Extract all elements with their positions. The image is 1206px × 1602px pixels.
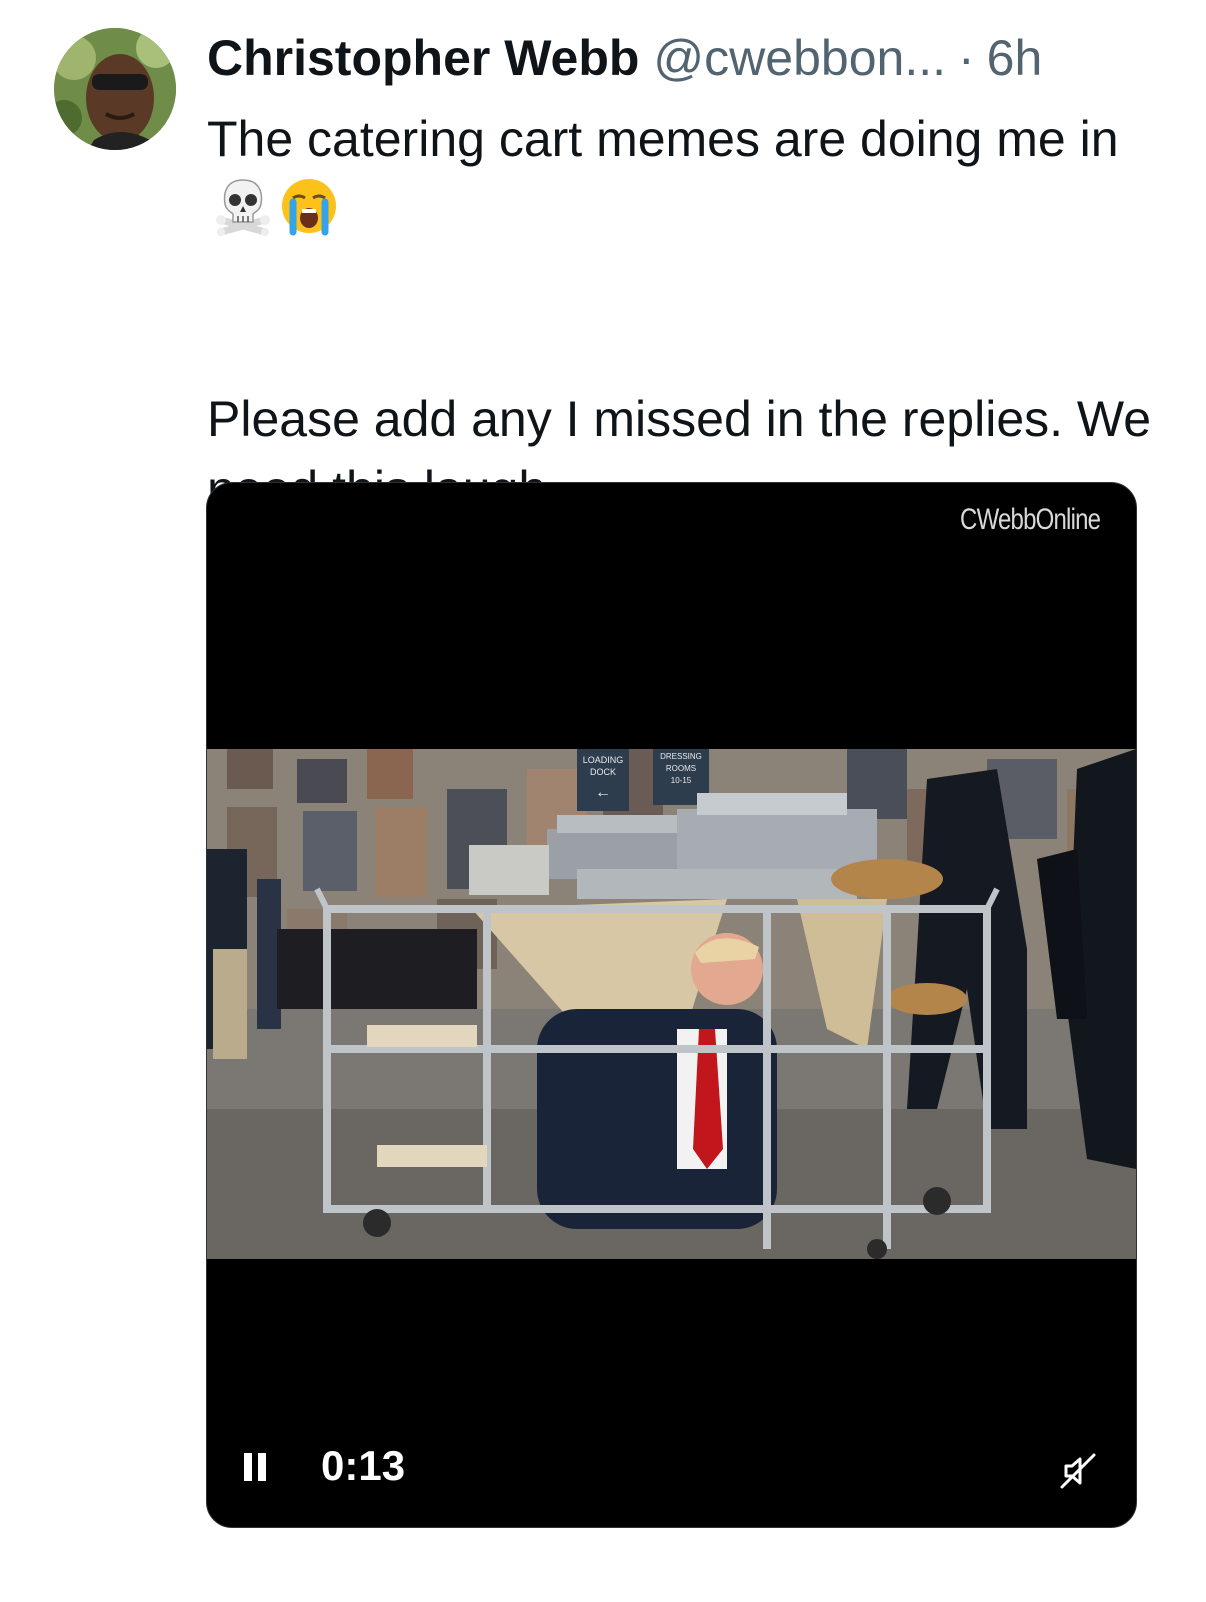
sign-arrow: ← (595, 784, 611, 801)
skull-and-crossbones-icon (216, 179, 270, 236)
tweet-timestamp[interactable]: 6h (987, 26, 1043, 90)
video-watermark: CWebbOnline (959, 503, 1101, 536)
tweet-text-line-1-content: The catering cart memes are doing me in (207, 111, 1119, 167)
loudly-crying-face-icon (282, 179, 336, 236)
sign-loading-dock-text-2: DOCK (590, 767, 616, 777)
author-avatar[interactable] (54, 28, 176, 150)
author-display-name[interactable]: Christopher Webb (207, 26, 639, 90)
sign-dressing-rooms-text-3: 10-15 (671, 776, 692, 785)
sign-dressing-rooms-text-1: DRESSING (660, 752, 702, 761)
header-separator: · (958, 30, 975, 86)
video-player[interactable]: CWebbOnline LOADING DOCK ← DRESSING ROOM… (206, 482, 1137, 1528)
avatar-photo (54, 28, 176, 150)
video-frame[interactable]: LOADING DOCK ← DRESSING ROOMS 10-15 (207, 749, 1136, 1259)
video-current-time: 0:13 (321, 1442, 406, 1489)
sign-dressing-rooms-text-2: ROOMS (666, 764, 696, 773)
muted-speaker-icon (1060, 1453, 1096, 1489)
tweet-header: Christopher Webb @cwebbon... · 6h (207, 26, 1042, 90)
tweet-text: The catering cart memes are doing me in … (207, 104, 1157, 524)
video-controls: 0:13 (207, 1417, 1136, 1527)
sign-loading-dock-text-1: LOADING (583, 755, 624, 765)
unmute-button[interactable] (1058, 1451, 1098, 1491)
pause-button[interactable] (241, 1449, 271, 1487)
pause-icon (244, 1453, 252, 1481)
author-handle[interactable]: @cwebbon... (653, 26, 946, 90)
tweet-text-line-1: The catering cart memes are doing me in (207, 104, 1157, 244)
video-frame-image: LOADING DOCK ← DRESSING ROOMS 10-15 (207, 749, 1136, 1259)
